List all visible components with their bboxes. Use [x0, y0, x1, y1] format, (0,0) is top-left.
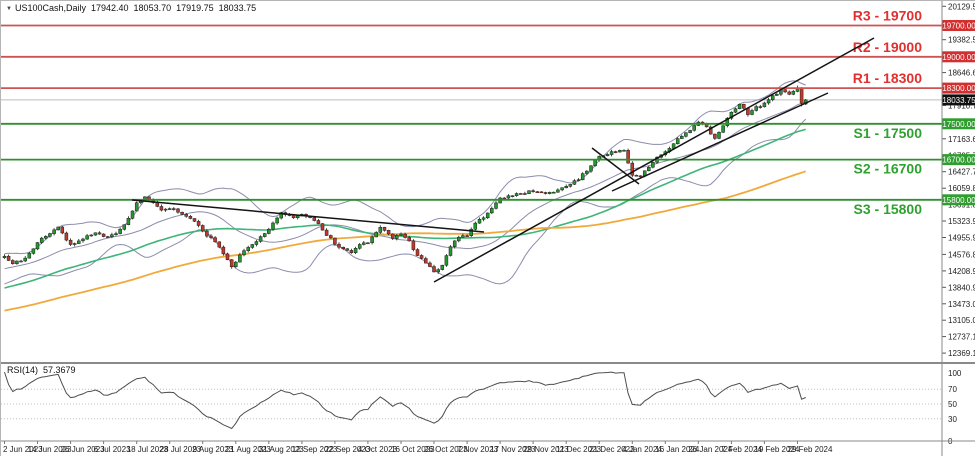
axis-price-badge: 15800.00	[942, 194, 975, 205]
axis-price-badge: 18300.00	[942, 83, 975, 94]
bar-close-value: 18033.75	[219, 3, 257, 13]
price-tick-label: 13840.95	[948, 283, 975, 292]
axis-price-badge: 16700.00	[942, 154, 975, 165]
price-tick-label: 15323.90	[948, 217, 975, 226]
price-tick-label: 13105.05	[948, 316, 975, 325]
symbol-timeframe-label: US100Cash,Daily	[15, 3, 86, 13]
date-tick-label: 6 Jul 2023	[94, 445, 131, 454]
price-tick-label: 13473.00	[948, 300, 975, 309]
bar-low-value: 17919.75	[176, 3, 214, 13]
price-tick-label: 18646.60	[948, 69, 975, 78]
rsi-scale-label: 100	[948, 369, 962, 378]
svg-text:18300.00: 18300.00	[942, 84, 975, 93]
rsi-scale-label: 30	[948, 415, 957, 424]
svg-text:16700.00: 16700.00	[942, 156, 975, 165]
svg-text:17500.00: 17500.00	[942, 120, 975, 129]
price-tick-label: 20129.55	[948, 2, 975, 11]
price-chart-canvas[interactable]: 20129.5519382.5018646.6017910.7017163.65…	[1, 1, 975, 456]
bar-high-value: 18053.70	[134, 3, 172, 13]
level-label: S2 - 16700	[854, 161, 923, 177]
axis-price-badge: 19700.00	[942, 20, 975, 31]
level-label: S1 - 17500	[854, 125, 923, 141]
rsi-value: 57.3679	[43, 365, 76, 375]
axis-price-badge: 18033.75	[942, 94, 975, 105]
axis-price-badge: 17500.00	[942, 118, 975, 129]
level-label: R2 - 19000	[853, 39, 922, 55]
price-tick-label: 14955.95	[948, 234, 975, 243]
svg-text:15800.00: 15800.00	[942, 196, 975, 205]
level-label: R1 - 18300	[853, 70, 922, 86]
bar-open-value: 17942.40	[91, 3, 129, 13]
rsi-scale-label: 70	[948, 385, 957, 394]
price-tick-label: 12737.10	[948, 333, 975, 342]
chart-window: 20129.5519382.5018646.6017910.7017163.65…	[0, 0, 975, 456]
price-tick-label: 19382.50	[948, 36, 975, 45]
price-tick-label: 14208.90	[948, 267, 975, 276]
date-tick-label: 29 Feb 2024	[788, 445, 833, 454]
axis-price-badge: 19000.00	[942, 51, 975, 62]
price-tick-label: 16427.75	[948, 168, 975, 177]
chart-background	[1, 1, 975, 456]
rsi-indicator-label: RSI(14) 57.3679	[7, 365, 76, 375]
rsi-name: RSI(14)	[7, 365, 38, 375]
level-label: S3 - 15800	[854, 201, 923, 217]
svg-text:18033.75: 18033.75	[942, 96, 975, 105]
rsi-scale-label: 50	[948, 400, 957, 409]
svg-text:19000.00: 19000.00	[942, 53, 975, 62]
price-tick-label: 17163.65	[948, 135, 975, 144]
symbol-marker-icon: ▼	[6, 6, 12, 12]
price-tick-label: 12369.15	[948, 349, 975, 358]
price-tick-label: 16059.80	[948, 184, 975, 193]
price-tick-label: 14576.85	[948, 250, 975, 259]
level-label: R3 - 19700	[853, 8, 922, 24]
chart-title: ▼US100Cash,Daily 17942.40 18053.70 17919.75…	[6, 3, 256, 13]
svg-text:19700.00: 19700.00	[942, 22, 975, 31]
